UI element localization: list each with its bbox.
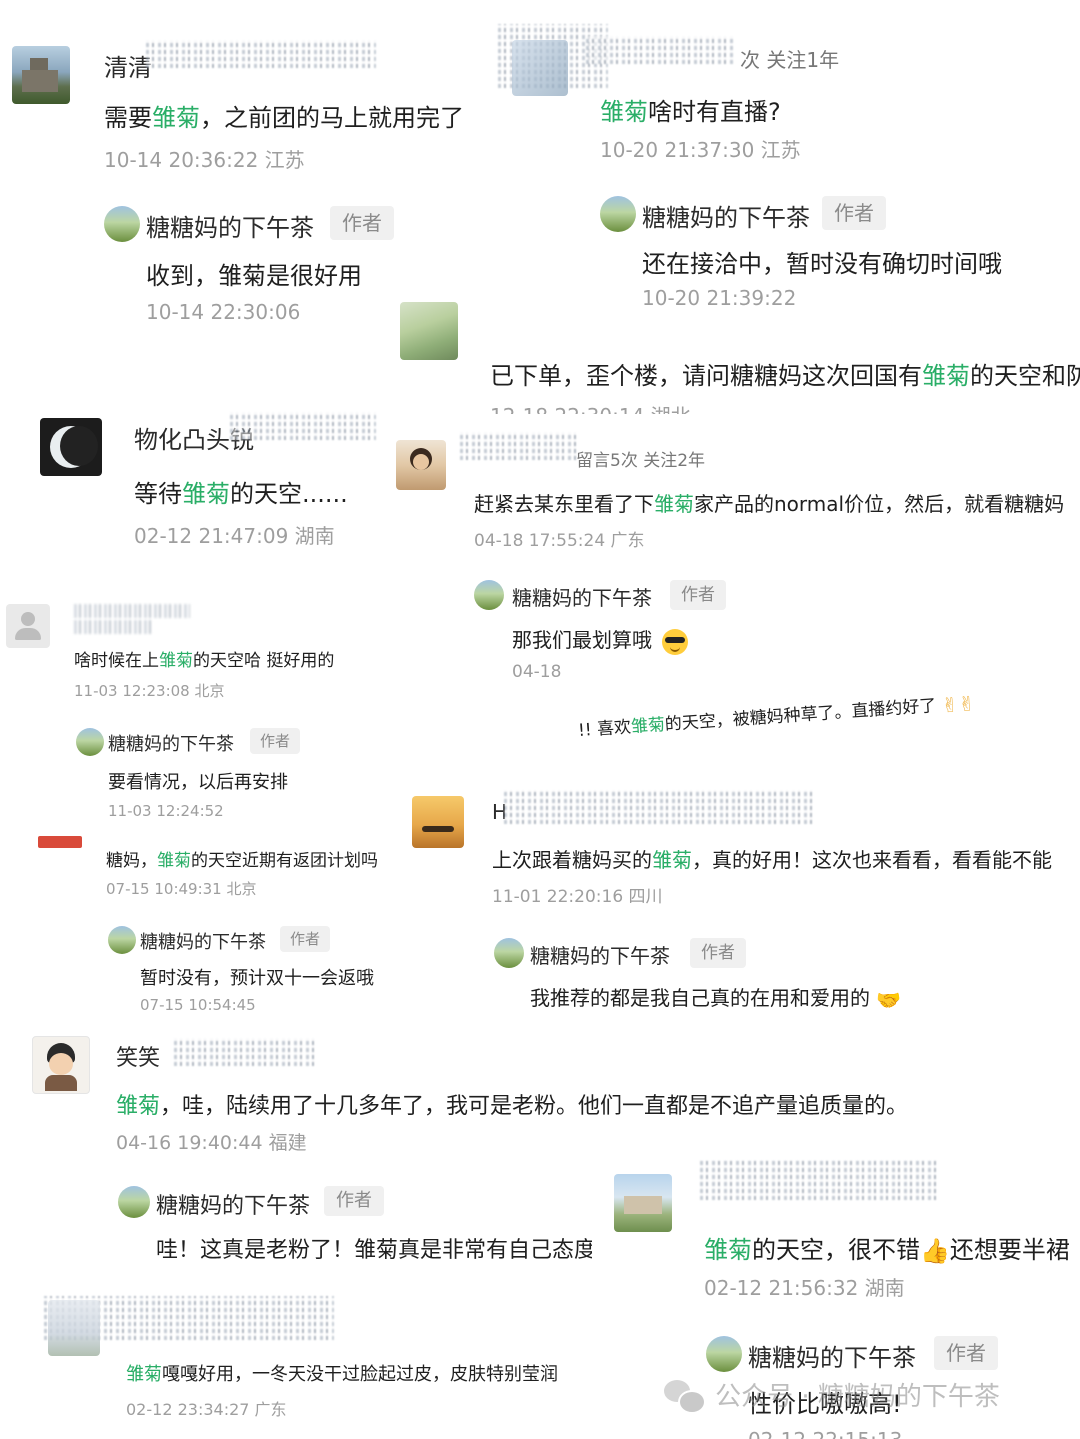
comment-time: 07-15 10:49:31 北京 — [106, 880, 257, 898]
author-avatar[interactable] — [104, 206, 140, 242]
comment-time: 10-20 21:37:30 江苏 — [600, 138, 801, 162]
redacted-meta — [504, 790, 814, 824]
author-name[interactable]: 糖糖妈的下午茶 — [530, 940, 670, 969]
author-badge: 作者 — [934, 1336, 998, 1370]
reply-time: 10-14 22:30:06 — [146, 300, 301, 324]
redacted-meta — [230, 412, 376, 440]
comment-time: 11-03 12:23:08 北京 — [74, 682, 225, 700]
author-avatar[interactable] — [108, 926, 136, 954]
reply-text: 哇！这真是老粉了！雏菊真是非常有自己态度 — [156, 1238, 592, 1262]
reply-text: 暂时没有，预计双十一会返哦 — [140, 968, 374, 989]
author-name[interactable]: 糖糖妈的下午茶 — [146, 208, 314, 243]
victory-hand-emoji-icon: ✌✌ — [940, 691, 976, 718]
author-name[interactable]: 糖糖妈的下午茶 — [642, 198, 810, 233]
avatar-red[interactable] — [38, 836, 82, 848]
redacted-meta — [146, 40, 376, 68]
commenter-name[interactable]: 清清 — [104, 48, 152, 83]
comment-text: 已下单，歪个楼，请问糖糖妈这次回国有雏菊的天空和防 — [490, 362, 1080, 390]
author-avatar[interactable] — [474, 580, 504, 610]
author-avatar[interactable] — [118, 1186, 150, 1218]
avatar-commenter[interactable] — [512, 40, 568, 96]
comment-time: 12-18 22:30:14 湖北 — [490, 400, 690, 414]
comment-time: 02-12 23:34:27 广东 — [126, 1400, 287, 1419]
reply-text: 那我们最划算哦 — [512, 624, 689, 655]
redacted-meta — [74, 604, 190, 618]
commenter-meta: 留言5次 关注2年 — [576, 451, 706, 471]
commenter-meta: 次 关注1年 — [740, 48, 840, 72]
reply-text: 还在接洽中，暂时没有确切时间哦 — [642, 250, 1002, 278]
avatar-building[interactable] — [48, 1300, 100, 1356]
sunglasses-emoji-icon — [662, 628, 689, 655]
redacted-meta — [460, 432, 576, 460]
comment-text-rotated: !! 喜欢雏菊的天空，被糖妈种草了。直播约好了 ✌✌ — [577, 691, 976, 741]
reply-time: 10-20 21:39:22 — [642, 286, 797, 310]
author-avatar[interactable] — [76, 728, 104, 756]
reply-time: 07-15 10:54:45 — [140, 996, 256, 1014]
reply-time: 02-12 22:15:13 — [748, 1428, 902, 1439]
author-badge: 作者 — [250, 728, 300, 754]
comment-time: 04-18 17:55:24 广东 — [474, 531, 645, 551]
author-badge: 作者 — [690, 938, 746, 968]
redacted-meta — [586, 36, 736, 64]
comment-time: 02-12 21:47:09 湖南 — [134, 524, 335, 548]
author-name[interactable]: 糖糖妈的下午茶 — [748, 1338, 916, 1373]
author-name[interactable]: 糖糖妈的下午茶 — [108, 730, 234, 756]
author-avatar[interactable] — [706, 1336, 742, 1372]
comment-text: 雏菊啥时有直播? — [600, 98, 781, 126]
avatar-cartoon[interactable] — [32, 1036, 90, 1094]
comment-time: 02-12 21:56:32 湖南 — [704, 1276, 905, 1300]
comment-text: 雏菊，哇，陆续用了十几多年了，我可是老粉。他们一直都是不追产量追质量的。 — [116, 1094, 909, 1119]
avatar-desert[interactable] — [412, 796, 464, 848]
comment-time: 04-16 19:40:44 福建 — [116, 1132, 307, 1154]
avatar-default[interactable] — [6, 604, 50, 648]
author-badge: 作者 — [822, 196, 886, 230]
comment-text: 啥时候在上雏菊的天空哈 挺好用的 — [74, 651, 335, 671]
avatar-qingqing[interactable] — [12, 46, 70, 104]
avatar-moon[interactable] — [40, 418, 102, 476]
comment-time: 11-01 22:20:16 四川 — [492, 887, 663, 907]
reply-time: 04-18 — [512, 662, 562, 682]
avatar-castle[interactable] — [614, 1174, 672, 1232]
author-name[interactable]: 糖糖妈的下午茶 — [156, 1188, 310, 1220]
author-badge: 作者 — [280, 926, 330, 952]
redacted-meta — [74, 620, 154, 634]
reply-text: 我推荐的都是我自己真的在用和爱用的 🤝 — [530, 986, 902, 1012]
comment-text: 需要雏菊，之前团的马上就用完了 — [104, 104, 464, 132]
reply-time: 11-03 12:24:52 — [108, 802, 224, 820]
reply-text: 收到，雏菊是很好用 — [146, 262, 362, 290]
comment-text: 糖妈，雏菊的天空近期有返团计划吗 — [106, 851, 378, 871]
author-badge: 作者 — [670, 580, 726, 610]
reply-text: 要看情况，以后再安排 — [108, 772, 288, 793]
author-avatar[interactable] — [600, 196, 636, 232]
avatar-portrait[interactable] — [396, 440, 446, 490]
comment-time: 10-14 20:36:22 江苏 — [104, 148, 305, 172]
thumbs-up-emoji-icon: 👍 — [920, 1237, 950, 1265]
avatar-painting[interactable] — [400, 302, 458, 360]
comment-text: 赶紧去某东里看了下雏菊家产品的normal价位，然后，就看糖糖妈 — [474, 492, 1065, 516]
comment-text: 雏菊嘎嘎好用，一冬天没干过脸起过皮，皮肤特别莹润 — [126, 1364, 558, 1385]
comment-text: 上次跟着糖妈买的雏菊，真的好用！这次也来看看，看看能不能 — [492, 848, 1052, 872]
commenter-name[interactable]: 笑笑 — [116, 1040, 160, 1072]
author-badge: 作者 — [330, 206, 394, 240]
author-avatar[interactable] — [494, 938, 524, 968]
redacted-meta — [174, 1038, 318, 1066]
watermark: 公众号 · 糖糖妈的下午茶 — [664, 1376, 1000, 1416]
author-name[interactable]: 糖糖妈的下午茶 — [140, 928, 266, 954]
author-name[interactable]: 糖糖妈的下午茶 — [512, 582, 652, 611]
author-badge: 作者 — [324, 1186, 384, 1216]
comment-text: 雏菊的天空，很不错👍还想要半裙 — [704, 1236, 1070, 1265]
handshake-emoji-icon: 🤝 — [876, 987, 902, 1012]
redacted-meta — [700, 1160, 936, 1200]
comment-text: 等待雏菊的天空...... — [134, 480, 348, 508]
wechat-icon — [664, 1378, 706, 1414]
